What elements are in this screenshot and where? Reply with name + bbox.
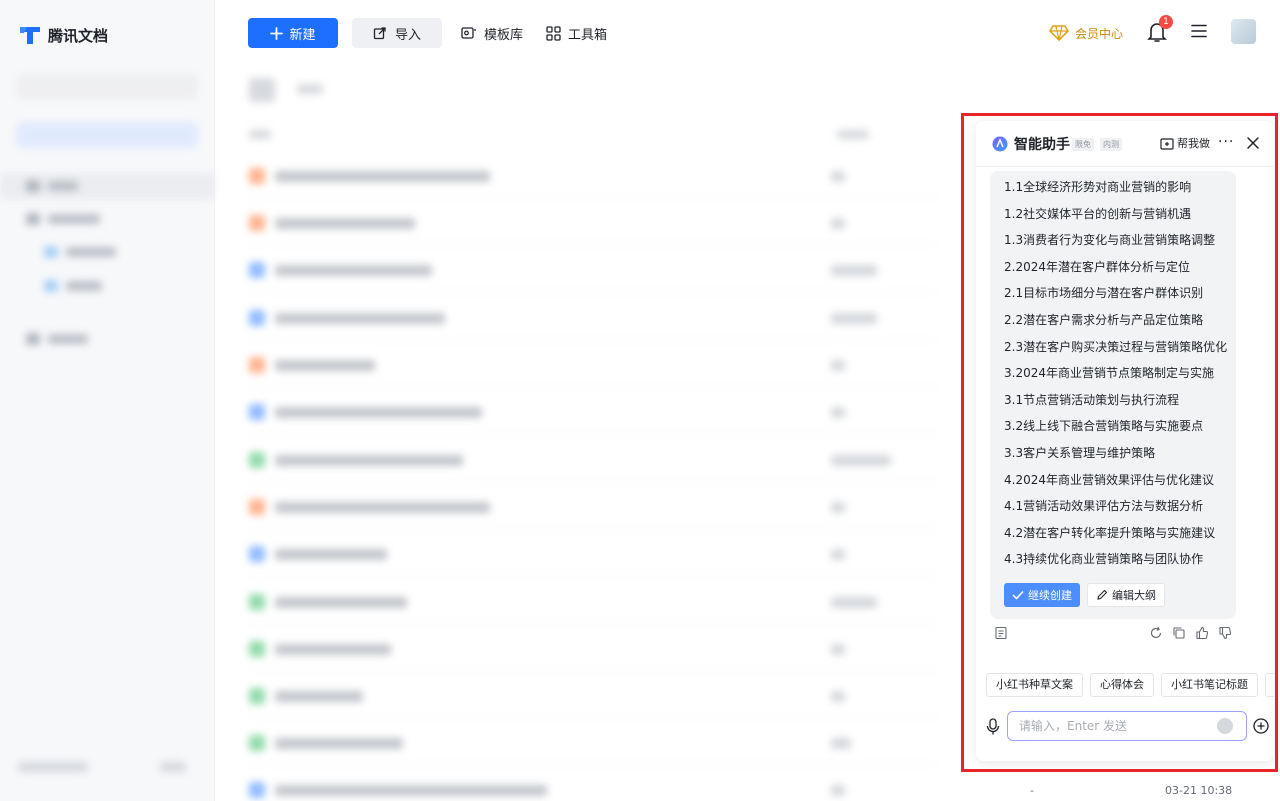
last-row-modified: - xyxy=(1030,784,1034,797)
file-list-tabs[interactable] xyxy=(249,78,329,102)
sidebar: 腾讯文档 xyxy=(0,0,215,801)
file-row[interactable] xyxy=(249,152,939,198)
file-row[interactable] xyxy=(249,530,939,576)
sidebar-search[interactable] xyxy=(16,74,198,100)
file-row[interactable] xyxy=(249,436,939,482)
file-row[interactable] xyxy=(249,578,939,624)
sidebar-promo-button[interactable] xyxy=(16,122,198,148)
file-row[interactable] xyxy=(249,388,939,434)
templates-link[interactable]: 模板库 xyxy=(461,18,523,48)
file-row[interactable] xyxy=(249,766,939,801)
sidebar-item[interactable] xyxy=(0,173,214,199)
notification-badge: 1 xyxy=(1159,15,1173,29)
diamond-icon xyxy=(1049,25,1069,41)
file-row[interactable] xyxy=(249,719,939,765)
new-button[interactable]: 新建 xyxy=(248,18,338,48)
toolbox-label: 工具箱 xyxy=(568,27,608,43)
sidebar-item[interactable] xyxy=(0,239,214,265)
sidebar-item[interactable] xyxy=(0,326,214,352)
plus-icon xyxy=(270,26,284,40)
file-row[interactable] xyxy=(249,199,939,245)
app-name: 腾讯文档 xyxy=(48,26,109,45)
avatar[interactable] xyxy=(1231,19,1256,44)
file-row[interactable] xyxy=(249,341,939,387)
file-row[interactable] xyxy=(249,483,939,529)
import-icon xyxy=(373,27,386,40)
file-list-header xyxy=(249,126,939,146)
file-row[interactable] xyxy=(249,625,939,671)
sidebar-footer-storage xyxy=(18,762,88,772)
import-button-label: 导入 xyxy=(394,27,421,43)
import-button[interactable]: 导入 xyxy=(352,18,442,48)
grid-icon xyxy=(546,25,561,41)
new-button-label: 新建 xyxy=(289,26,316,42)
menu-icon[interactable] xyxy=(1191,23,1207,39)
app-window: 腾讯文档 新建 导入 模板库 工具箱 会员中心 1 - 03-21 10:38 … xyxy=(0,0,1280,801)
sidebar-item[interactable] xyxy=(0,206,214,232)
sidebar-footer-link[interactable] xyxy=(160,762,186,772)
tencent-docs-logo-icon xyxy=(20,27,40,44)
member-center-link[interactable]: 会员中心 xyxy=(1049,20,1123,46)
highlight-box xyxy=(961,113,1278,772)
sidebar-item[interactable] xyxy=(0,273,214,299)
file-row[interactable] xyxy=(249,246,939,292)
last-row-time: 03-21 10:38 xyxy=(1165,784,1233,797)
file-row[interactable] xyxy=(249,672,939,718)
template-icon xyxy=(461,27,476,39)
member-center-label: 会员中心 xyxy=(1075,26,1124,41)
templates-label: 模板库 xyxy=(484,27,524,43)
app-logo[interactable]: 腾讯文档 xyxy=(18,24,108,46)
toolbox-link[interactable]: 工具箱 xyxy=(546,18,607,48)
file-row[interactable] xyxy=(249,294,939,340)
top-bar: 新建 导入 模板库 工具箱 会员中心 1 xyxy=(215,0,1280,66)
